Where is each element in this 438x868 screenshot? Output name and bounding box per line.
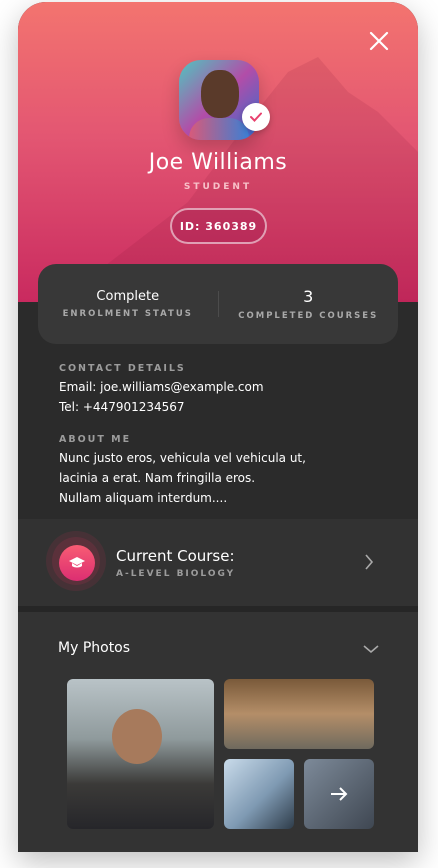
profile-card: Joe Williams STUDENT ID: 360389 Complete…	[18, 2, 418, 852]
current-course-row[interactable]: Current Course: A-LEVEL BIOLOGY	[18, 519, 418, 606]
course-title: Current Course:	[116, 547, 235, 565]
profile-role: STUDENT	[183, 182, 253, 192]
profile-header: Joe Williams STUDENT ID: 360389	[18, 2, 418, 302]
section-label: ABOUT ME	[59, 434, 132, 445]
verified-check-icon	[242, 103, 270, 131]
about-me: ABOUT ME Nunc justo eros, vehicula vel v…	[59, 434, 306, 508]
course-subtitle: A-LEVEL BIOLOGY	[116, 569, 236, 579]
more-photos-button[interactable]	[304, 759, 374, 829]
stat-completed-courses: 3 COMPLETED COURSES	[219, 287, 399, 321]
stat-label: ENROLMENT STATUS	[62, 309, 193, 319]
graduation-cap-icon	[59, 545, 95, 581]
section-label: CONTACT DETAILS	[59, 363, 186, 374]
about-line: lacinia a erat. Nam fringilla eros.	[59, 471, 256, 485]
student-id-badge: ID: 360389	[170, 208, 267, 244]
contact-details: CONTACT DETAILS Email: joe.williams@exam…	[59, 363, 264, 417]
stat-enrolment: Complete ENROLMENT STATUS	[38, 289, 218, 319]
chevron-right-icon[interactable]	[364, 554, 374, 570]
stat-value: 3	[303, 287, 314, 306]
arrow-right-icon	[331, 787, 348, 801]
email-text: Email: joe.williams@example.com	[59, 380, 264, 394]
close-icon[interactable]	[368, 30, 390, 52]
about-line: Nullam aliquam interdum....	[59, 491, 228, 505]
photos-title: My Photos	[58, 640, 131, 656]
about-line: Nunc justo eros, vehicula vel vehicula u…	[59, 451, 306, 465]
photo-thumbnail[interactable]	[224, 759, 294, 829]
tel-text: Tel: +447901234567	[59, 400, 185, 414]
photo-thumbnail[interactable]	[67, 679, 214, 829]
profile-name: Joe Williams	[148, 150, 288, 175]
photos-section: My Photos	[18, 612, 418, 852]
chevron-down-icon[interactable]	[363, 644, 379, 654]
stat-value: Complete	[96, 289, 160, 304]
stats-panel: Complete ENROLMENT STATUS 3 COMPLETED COUR…	[38, 264, 398, 344]
photo-thumbnail[interactable]	[224, 679, 374, 749]
stat-label: COMPLETED COURSES	[238, 311, 379, 321]
